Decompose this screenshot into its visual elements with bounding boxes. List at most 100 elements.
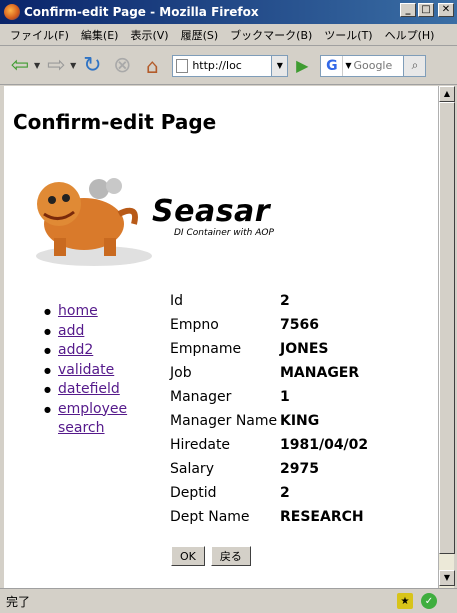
menu-history[interactable]: 履歴(S): [175, 27, 225, 43]
field-value: 1981/04/02: [280, 437, 369, 453]
home-icon: ⌂: [145, 53, 159, 78]
table-row: Job MANAGER: [170, 361, 368, 385]
vertical-scrollbar[interactable]: ▲ ▼: [438, 86, 455, 588]
table-row: Manager Name KING: [170, 409, 368, 433]
back-page-button[interactable]: 戻る: [210, 546, 251, 566]
security-check-icon[interactable]: ✓: [421, 593, 437, 609]
menu-bookmarks[interactable]: ブックマーク(B): [224, 27, 318, 43]
menu-tools[interactable]: ツール(T): [318, 27, 378, 43]
field-value: 7566: [280, 317, 319, 333]
nav-item-datefield: datefield: [44, 380, 134, 400]
status-bar: 完了 ★ ✓: [0, 588, 457, 613]
status-icons: ★ ✓: [397, 593, 437, 609]
table-row: Empname JONES: [170, 337, 368, 361]
field-value: 2: [280, 293, 290, 309]
table-row: Salary 2975: [170, 457, 368, 481]
maximize-button[interactable]: □: [418, 3, 434, 17]
field-value: MANAGER: [280, 365, 360, 381]
go-arrow-icon: ▶: [296, 56, 309, 75]
nav-item-employee-search: employee search: [44, 400, 134, 439]
nav-item-validate: validate: [44, 361, 134, 381]
field-label: Empname: [170, 341, 242, 357]
nav-item-add: add: [44, 322, 134, 342]
menu-file[interactable]: ファイル(F): [4, 27, 75, 43]
home-button[interactable]: ⌂: [138, 52, 166, 80]
table-row: Dept Name RESEARCH: [170, 505, 368, 529]
nav-link-home[interactable]: home: [58, 303, 98, 319]
table-row: Id 2: [170, 289, 368, 313]
nav-item-add2: add2: [44, 341, 134, 361]
status-text: 完了: [6, 594, 31, 609]
back-history-dropdown[interactable]: ▼: [34, 61, 40, 70]
reload-button[interactable]: ↻: [78, 52, 106, 80]
search-input[interactable]: [353, 59, 404, 72]
field-label: Manager: [170, 389, 232, 405]
side-nav: home add add2 validate datefield employe…: [44, 302, 134, 439]
field-value: JONES: [280, 341, 329, 357]
forward-history-dropdown[interactable]: ▼: [70, 61, 76, 70]
scroll-up-button[interactable]: ▲: [439, 86, 455, 102]
field-label: Id: [170, 293, 184, 309]
seasar-logo: Seasar DI Container with AOP: [24, 164, 314, 274]
back-button[interactable]: ⇦: [6, 52, 34, 80]
reload-icon: ↻: [83, 53, 102, 78]
window-controls: _ □ ✕: [400, 3, 454, 17]
search-engine-dropdown[interactable]: ▼: [343, 61, 353, 70]
menu-view[interactable]: 表示(V): [124, 27, 174, 43]
page-icon: [176, 58, 189, 73]
nav-link-add[interactable]: add: [58, 323, 84, 339]
stop-icon: ⊗: [113, 53, 132, 78]
field-value: KING: [280, 413, 320, 429]
url-input[interactable]: [192, 59, 253, 72]
nav-link-employee-search[interactable]: employee search: [58, 401, 127, 437]
scroll-thumb[interactable]: [439, 102, 455, 554]
field-label: Job: [170, 365, 192, 381]
field-label: Hiredate: [170, 437, 231, 453]
scroll-down-button[interactable]: ▼: [439, 570, 455, 586]
page-content: Confirm-edit Page Seasar DI Container wi…: [4, 86, 438, 588]
close-button[interactable]: ✕: [438, 3, 454, 17]
logo-text: Seasar: [152, 194, 271, 229]
magnifier-icon: ⌕: [411, 58, 419, 72]
field-label: Salary: [170, 461, 214, 477]
table-row: Hiredate 1981/04/02: [170, 433, 368, 457]
field-label: Dept Name: [170, 509, 250, 525]
forward-arrow-icon: ⇨: [46, 53, 66, 78]
employee-details-table: Id 2 Empno 7566 Empname JONES Job MANAGER Ma…: [170, 289, 368, 529]
forward-button[interactable]: ⇨: [42, 52, 70, 80]
address-bar[interactable]: [172, 54, 273, 77]
search-button[interactable]: ⌕: [404, 54, 427, 77]
url-dropdown-button[interactable]: ▼: [272, 54, 289, 77]
window-title: Confirm-edit Page - Mozilla Firefox: [24, 5, 259, 19]
form-buttons: OK 戻る: [171, 546, 251, 566]
title-bar: Confirm-edit Page - Mozilla Firefox _ □ …: [0, 0, 457, 24]
shisa-mascot-icon: [36, 178, 152, 266]
google-icon[interactable]: G: [321, 55, 344, 76]
firefox-icon: [4, 4, 20, 20]
nav-link-validate[interactable]: validate: [58, 362, 114, 378]
table-row: Deptid 2: [170, 481, 368, 505]
menu-help[interactable]: ヘルプ(H): [379, 27, 441, 43]
ok-button[interactable]: OK: [171, 546, 205, 566]
field-value: RESEARCH: [280, 509, 364, 525]
search-box[interactable]: G ▼: [320, 54, 405, 77]
table-row: Manager 1: [170, 385, 368, 409]
page-title: Confirm-edit Page: [13, 110, 217, 134]
stop-button[interactable]: ⊗: [108, 52, 136, 80]
menu-bar: ファイル(F) 編集(E) 表示(V) 履歴(S) ブックマーク(B) ツール(…: [0, 24, 457, 46]
nav-link-add2[interactable]: add2: [58, 342, 93, 358]
menu-edit[interactable]: 編集(E): [75, 27, 125, 43]
field-label: Empno: [170, 317, 219, 333]
nav-link-datefield[interactable]: datefield: [58, 381, 120, 397]
field-label: Deptid: [170, 485, 217, 501]
field-value: 2975: [280, 461, 319, 477]
addon-status-icon[interactable]: ★: [397, 593, 413, 609]
field-value: 1: [280, 389, 290, 405]
table-row: Empno 7566: [170, 313, 368, 337]
back-arrow-icon: ⇦: [10, 53, 30, 78]
logo-subtitle: DI Container with AOP: [174, 228, 274, 238]
field-value: 2: [280, 485, 290, 501]
minimize-button[interactable]: _: [400, 3, 416, 17]
go-button[interactable]: ▶: [292, 56, 312, 76]
navigation-toolbar: ⇦ ▼ ⇨ ▼ ↻ ⊗ ⌂ ▼ ▶ G ▼ ⌕: [0, 47, 457, 85]
